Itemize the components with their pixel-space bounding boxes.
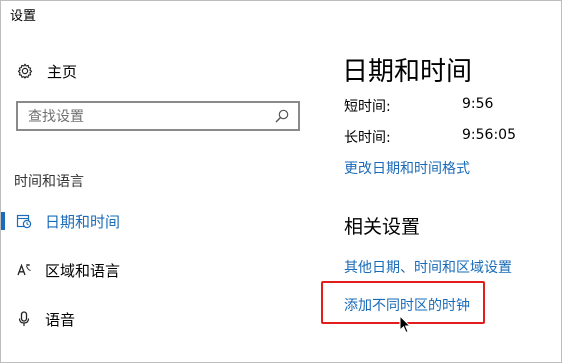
sidebar-home-label: 主页 bbox=[47, 62, 78, 81]
change-format-link[interactable]: 更改日期和时间格式 bbox=[344, 158, 470, 178]
search-placeholder: 查找设置 bbox=[28, 109, 84, 125]
long-time-label: 长时间: bbox=[344, 130, 391, 146]
long-time-value: 9:56:05 bbox=[462, 127, 516, 143]
sidebar-home[interactable]: 主页 bbox=[17, 59, 77, 83]
language-region-icon bbox=[17, 263, 31, 276]
sidebar-item-label: 区域和语言 bbox=[45, 261, 121, 280]
sidebar-item-date-time[interactable]: 日期和时间 bbox=[1, 207, 301, 235]
search-icon[interactable] bbox=[274, 108, 290, 124]
settings-window: 设置 主页 查找设置 时间和语言 日期和时间 区域和语言 语音 日期和时间 短时… bbox=[0, 0, 562, 363]
long-time-row: 长时间: 9:56:05 bbox=[344, 127, 516, 147]
sidebar-item-label: 语音 bbox=[45, 310, 76, 329]
page-title: 日期和时间 bbox=[342, 57, 473, 87]
window-title: 设置 bbox=[10, 9, 37, 24]
sidebar-item-region-language[interactable]: 区域和语言 bbox=[1, 256, 301, 284]
calendar-clock-icon bbox=[16, 214, 32, 229]
microphone-icon bbox=[18, 311, 30, 326]
short-time-label: 短时间: bbox=[344, 99, 391, 115]
section-header: 时间和语言 bbox=[14, 174, 84, 190]
related-settings-heading: 相关设置 bbox=[344, 216, 421, 238]
short-time-row: 短时间: 9:56 bbox=[344, 96, 493, 116]
mouse-cursor-icon bbox=[399, 315, 412, 334]
search-input[interactable]: 查找设置 bbox=[16, 101, 300, 131]
additional-settings-link[interactable]: 其他日期、时间和区域设置 bbox=[344, 257, 512, 277]
short-time-value: 9:56 bbox=[462, 96, 494, 112]
active-indicator bbox=[1, 212, 5, 230]
sidebar-item-speech[interactable]: 语音 bbox=[1, 305, 301, 333]
gear-icon bbox=[17, 63, 33, 79]
sidebar-item-label: 日期和时间 bbox=[45, 212, 121, 231]
